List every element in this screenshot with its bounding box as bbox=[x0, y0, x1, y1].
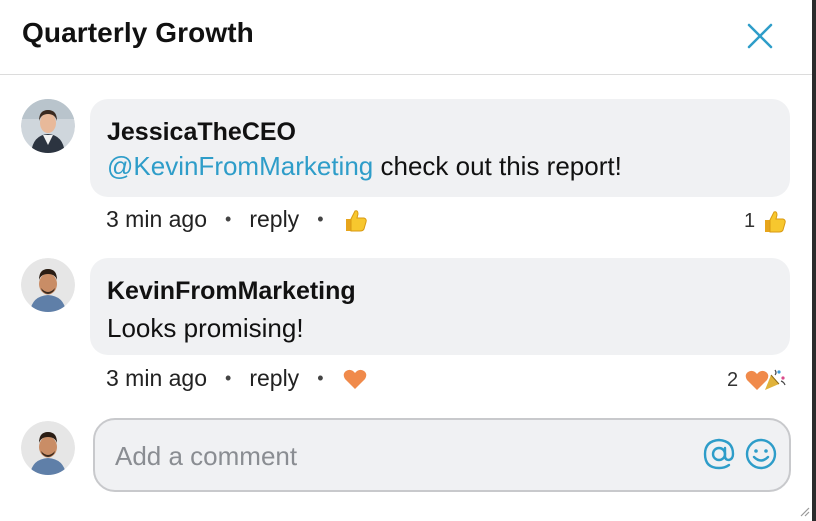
reaction-summary[interactable]: 1 bbox=[744, 208, 787, 234]
separator-dot: • bbox=[317, 368, 324, 388]
comment-bubble: KevinFromMarketing Looks promising! bbox=[90, 258, 790, 355]
panel-title: Quarterly Growth bbox=[22, 17, 254, 48]
separator-dot: • bbox=[225, 209, 232, 229]
reaction-count: 2 bbox=[727, 368, 739, 391]
comment-meta: 3 min ago • reply • bbox=[106, 365, 368, 392]
timestamp: 3 min ago bbox=[106, 206, 208, 232]
thumbs-up-icon bbox=[765, 211, 786, 233]
heart-icon[interactable] bbox=[342, 366, 368, 392]
separator-dot: • bbox=[225, 368, 232, 388]
comment-body: @KevinFromMarketing check out this repor… bbox=[107, 151, 622, 182]
reaction-summary[interactable]: 2 bbox=[727, 367, 786, 393]
emoji-smiley-icon[interactable] bbox=[743, 436, 779, 472]
party-popper-icon bbox=[765, 369, 786, 390]
comment-text: Looks promising! bbox=[107, 313, 304, 343]
avatar[interactable] bbox=[21, 258, 75, 312]
comment-author[interactable]: JessicaTheCEO bbox=[107, 118, 296, 147]
current-user-avatar bbox=[21, 421, 75, 475]
comment-input[interactable] bbox=[113, 435, 677, 477]
panel-header: Quarterly Growth bbox=[0, 0, 812, 75]
timestamp: 3 min ago bbox=[106, 365, 208, 391]
separator-dot: • bbox=[317, 209, 324, 229]
comment-meta: 3 min ago • reply • bbox=[106, 206, 368, 233]
reply-link[interactable]: reply bbox=[249, 365, 299, 392]
reaction-count: 1 bbox=[744, 209, 756, 232]
window-edge bbox=[812, 0, 816, 521]
reply-link[interactable]: reply bbox=[249, 206, 299, 233]
comment-author[interactable]: KevinFromMarketing bbox=[107, 277, 356, 306]
mention-link[interactable]: @KevinFromMarketing bbox=[107, 151, 373, 181]
comment-composer bbox=[93, 418, 791, 492]
mention-at-icon[interactable] bbox=[701, 436, 737, 472]
thumbs-up-icon[interactable] bbox=[342, 207, 368, 233]
close-icon[interactable] bbox=[742, 18, 778, 54]
avatar[interactable] bbox=[21, 99, 75, 153]
resize-handle-icon[interactable] bbox=[798, 505, 810, 517]
comments-panel: Quarterly Growth JessicaTheCEO @KevinFro… bbox=[0, 0, 812, 521]
comment-bubble: JessicaTheCEO @KevinFromMarketing check … bbox=[90, 99, 790, 197]
comment-text: check out this report! bbox=[380, 151, 622, 181]
